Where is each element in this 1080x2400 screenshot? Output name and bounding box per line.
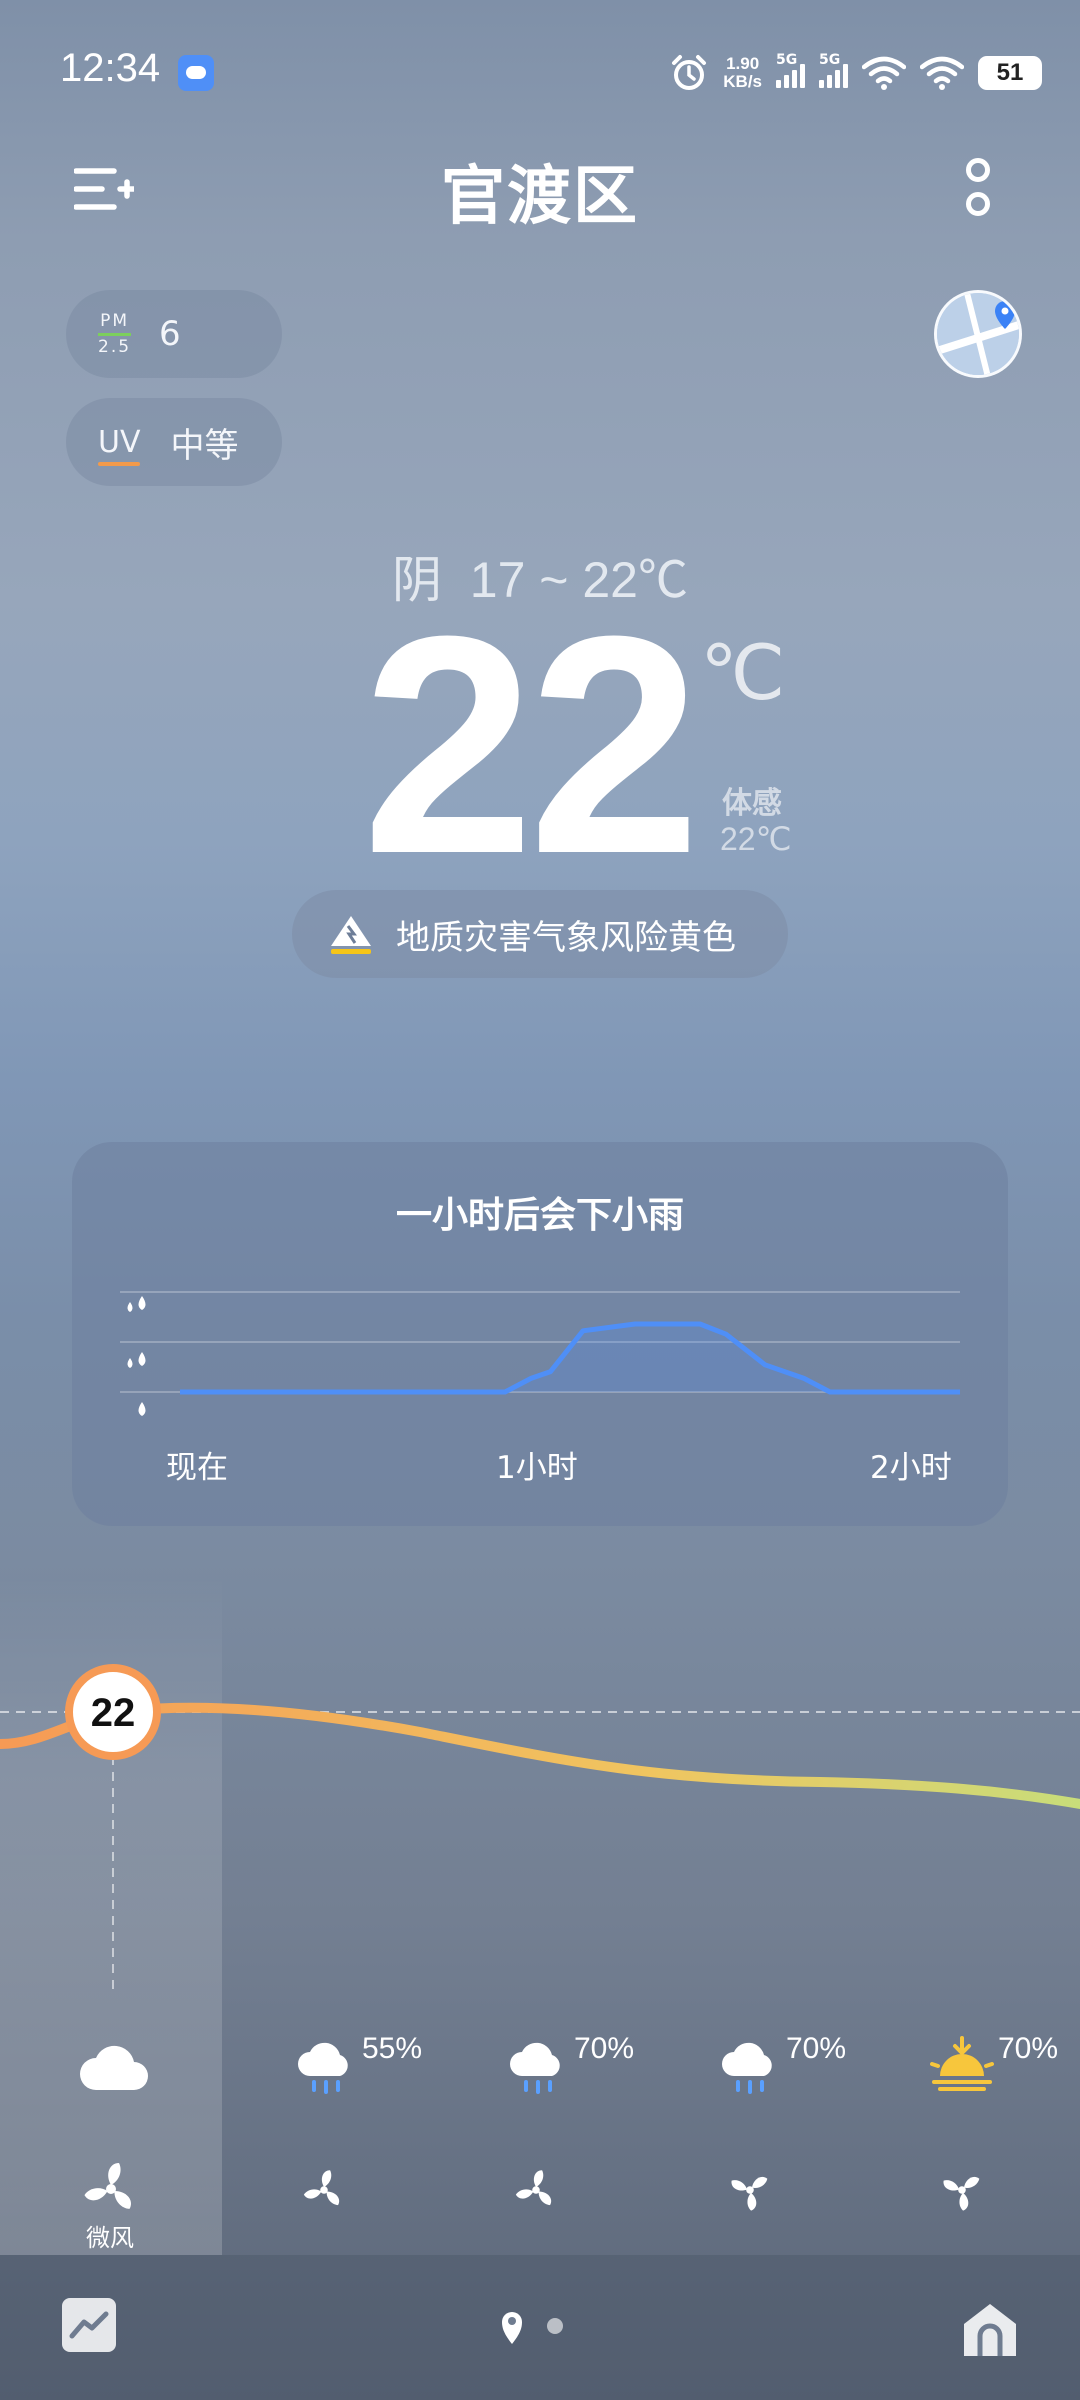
rain-series [180,1321,960,1395]
status-icons: 1.90 KB/s 5G 5G 51 [669,50,1042,96]
city-title: 官渡区 [441,160,639,234]
current-temp-marker-value: 22 [91,1691,136,1735]
weather-alert-pill[interactable]: 地质灾害气象风险黄色 [292,890,788,978]
map-icon [937,293,1019,375]
feels-like-value: 22℃ [720,821,792,857]
trend-chart-icon[interactable] [62,2298,116,2352]
rain-forecast-card[interactable]: 一小时后会下小雨 现在 1小时 2小时 [72,1142,1008,1526]
rain-chart [120,1291,960,1416]
rain-x-label-2h: 2小时 [870,1450,952,1486]
pm-label-bottom: 2.5 [98,336,132,357]
uv-label: UV [98,424,141,466]
rain-area [180,1324,960,1392]
uv-pill[interactable]: UV 中等 [66,398,282,486]
map-button[interactable] [934,290,1022,378]
moderate-rain-icon [127,1352,146,1368]
location-page-indicator[interactable] [500,2306,570,2350]
rain-forecast-title: 一小时后会下小雨 [395,1195,684,1236]
alarm-icon [672,55,707,90]
precip-pct: 70% [998,2032,1059,2065]
wind-fan-icon [943,2176,980,2211]
temp-line [0,1702,1080,1809]
rain-x-label-now: 现在 [166,1450,228,1486]
current-temperature: 22 [362,571,701,918]
pm25-pill[interactable]: PM 2.5 6 [66,290,282,378]
heavy-rain-icon [127,1296,146,1312]
net-speed: 1.90 KB/s [723,55,762,91]
more-vertical-icon[interactable] [964,158,994,220]
gridlines [120,1291,960,1393]
uv-value: 中等 [170,425,239,466]
signal-label: 5G [776,52,798,68]
landslide-warning-icon [331,916,371,954]
precip-pct: 70% [786,2032,847,2065]
pm25-label: PM 2.5 [98,310,132,357]
wind-fan-icon [515,2170,552,2206]
home-icon[interactable] [960,2300,1020,2364]
wifi-icon [862,56,906,90]
rain-cloud-icon [510,2042,560,2094]
rain-cloud-icon [722,2042,772,2094]
weather-app-notification-icon [178,55,214,91]
status-time: 12:34 [60,46,161,90]
wind-fan-icon [731,2176,768,2211]
net-speed-value: 1.90 [726,54,760,73]
feels-like-label: 体感 [722,786,782,821]
rain-cloud-icon [298,2042,348,2094]
wind-fan-icon [303,2170,340,2206]
hourly-temp-curve: 22 [0,1664,1080,1995]
precip-pct: 55% [362,2032,423,2065]
rain-x-label-1h: 1小时 [496,1450,578,1486]
signal-icon: 5G [819,52,848,88]
battery-indicator: 51 [978,56,1042,90]
sunset-icon [930,2036,994,2091]
alert-text: 地质灾害气象风险黄色 [396,917,736,958]
wind-fan-icon [84,2163,131,2209]
net-speed-unit: KB/s [723,72,762,91]
temperature-unit: ℃ [700,631,786,716]
signal-label: 5G [819,52,841,68]
wind-label: 微风 [86,2224,134,2252]
light-rain-icon [138,1402,146,1416]
cloudy-icon [80,2045,148,2090]
precip-pct: 70% [574,2032,635,2065]
pm25-value: 6 [159,314,181,354]
pm-label-top: PM [100,310,129,331]
signal-icon: 5G [776,52,805,88]
wifi-icon [920,56,964,90]
